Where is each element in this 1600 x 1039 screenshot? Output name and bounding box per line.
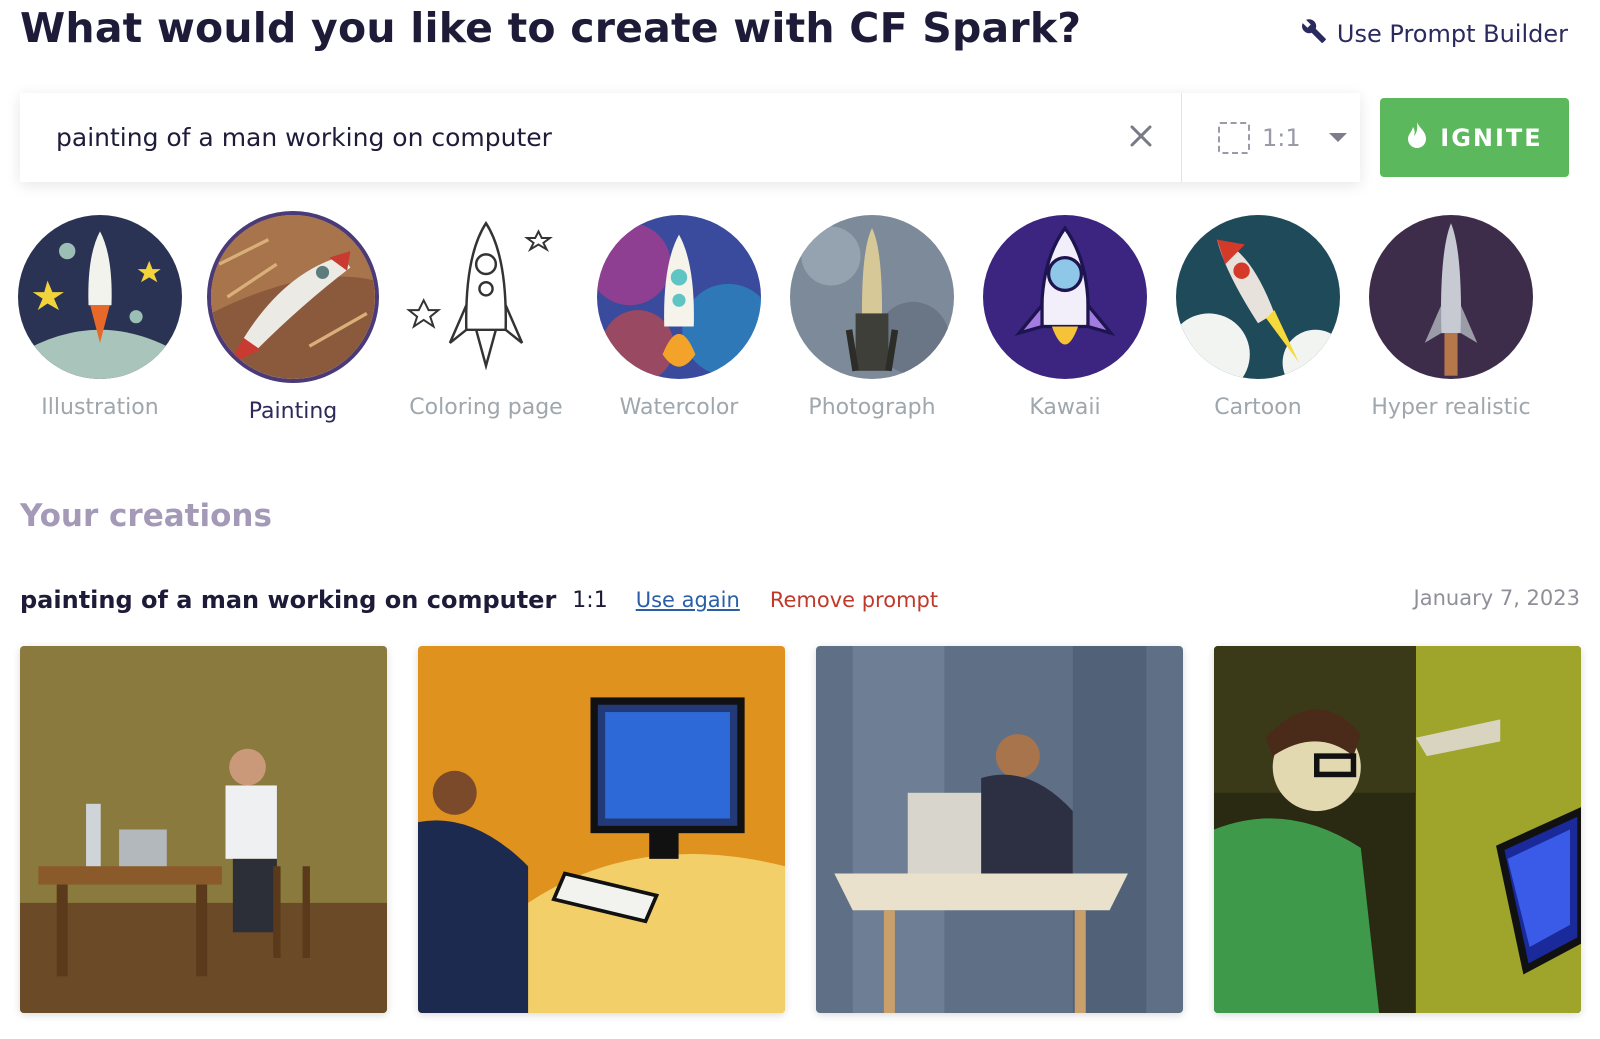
creation-ratio: 1:1 (572, 587, 608, 613)
ignite-button[interactable]: IGNITE (1380, 98, 1569, 177)
style-cartoon[interactable]: Cartoon (1158, 215, 1358, 420)
style-label: Photograph (808, 395, 936, 420)
wrench-icon (1301, 18, 1327, 50)
style-thumb-kawaii (983, 215, 1147, 379)
style-thumb-illustration (18, 215, 182, 379)
remove-prompt-link[interactable]: Remove prompt (770, 588, 938, 612)
style-thumb-hyper-realistic (1369, 215, 1533, 379)
close-icon (1129, 124, 1153, 152)
style-kawaii[interactable]: Kawaii (965, 215, 1165, 420)
style-thumb-watercolor (597, 215, 761, 379)
style-painting[interactable]: Painting (193, 211, 393, 424)
generated-image-4[interactable] (1214, 646, 1581, 1013)
style-thumb-painting (207, 211, 379, 383)
style-label: Painting (248, 399, 338, 424)
ignite-label: IGNITE (1440, 123, 1543, 152)
style-hyper-realistic[interactable]: Hyper realistic (1351, 215, 1551, 420)
creations-heading: Your creations (20, 498, 272, 534)
style-label: Hyper realistic (1371, 395, 1531, 420)
aspect-ratio-icon (1218, 121, 1250, 154)
use-again-link[interactable]: Use again (636, 588, 740, 612)
style-selector: Illustration Painting Coloring page Wate… (0, 211, 1600, 425)
prompt-search-bar: 1:1 (20, 93, 1360, 182)
prompt-input[interactable] (20, 93, 1111, 182)
style-watercolor[interactable]: Watercolor (579, 215, 779, 420)
style-thumb-photograph (790, 215, 954, 379)
style-illustration[interactable]: Illustration (0, 215, 200, 420)
prompt-builder-label: Use Prompt Builder (1336, 20, 1568, 48)
generated-image-1[interactable] (20, 646, 387, 1013)
generated-image-2[interactable] (418, 646, 785, 1013)
clear-prompt-button[interactable] (1111, 93, 1171, 182)
use-prompt-builder-link[interactable]: Use Prompt Builder (1301, 18, 1568, 50)
style-thumb-coloring-page (404, 215, 568, 379)
style-label: Cartoon (1214, 395, 1302, 420)
style-label: Coloring page (409, 395, 563, 420)
chevron-down-icon (1328, 133, 1347, 142)
style-thumb-cartoon (1176, 215, 1340, 379)
style-label: Illustration (41, 395, 159, 420)
style-label: Watercolor (619, 395, 739, 420)
creation-prompt-row: painting of a man working on computer 1:… (20, 580, 1580, 620)
page-title: What would you like to create with CF Sp… (20, 4, 1082, 52)
style-label: Kawaii (1029, 395, 1101, 420)
flame-icon (1406, 121, 1428, 155)
style-coloring-page[interactable]: Coloring page (386, 215, 586, 420)
style-photograph[interactable]: Photograph (772, 215, 972, 420)
generated-image-3[interactable] (816, 646, 1183, 1013)
creation-prompt-text: painting of a man working on computer (20, 586, 557, 614)
aspect-ratio-dropdown[interactable]: 1:1 (1182, 93, 1360, 182)
aspect-ratio-value: 1:1 (1262, 123, 1301, 152)
creation-date: January 7, 2023 (1413, 586, 1580, 610)
creations-gallery (20, 646, 1581, 1014)
